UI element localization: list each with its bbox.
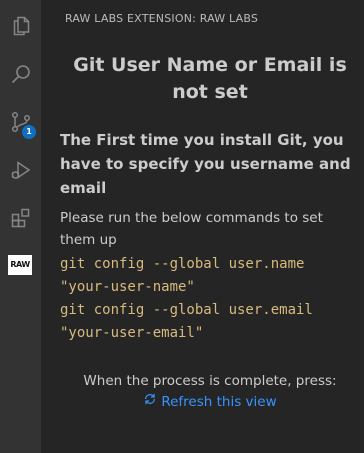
- vscode-window: 1 RAW RAW LABS EXTENSION: RAW LABS Git U…: [0, 0, 364, 453]
- instructions-text: Please run the below commands to set the…: [60, 210, 323, 248]
- search-button[interactable]: [0, 50, 41, 98]
- refresh-view-link[interactable]: Refresh this view: [60, 392, 360, 412]
- raw-labs-icon[interactable]: RAW: [8, 255, 32, 275]
- run-debug-icon: [9, 158, 33, 182]
- activity-bar: 1 RAW: [0, 0, 41, 453]
- view-subtitle: The First time you install Git, you have…: [60, 131, 351, 197]
- code-block: git config --global user.name "your-user…: [60, 253, 360, 345]
- refresh-icon: [143, 392, 161, 412]
- extensions-button[interactable]: [0, 194, 41, 242]
- files-icon: [9, 14, 33, 38]
- search-icon: [9, 62, 33, 86]
- complete-text: When the process is complete, press:: [83, 373, 337, 389]
- run-debug-button[interactable]: [0, 146, 41, 194]
- view-title: Git User Name or Email is not set: [73, 54, 347, 103]
- code-line: git config --global user.name: [60, 256, 305, 272]
- extensions-icon: [9, 206, 33, 230]
- welcome-view: Git User Name or Email is not set The Fi…: [60, 52, 360, 412]
- sidebar-header: RAW LABS EXTENSION: RAW LABS: [65, 12, 259, 25]
- explorer-button[interactable]: [0, 2, 41, 50]
- code-line: "your-user-email": [60, 325, 204, 341]
- source-control-button[interactable]: 1: [0, 98, 41, 146]
- code-line: "your-user-name": [60, 279, 195, 295]
- code-line: git config --global user.email: [60, 302, 313, 318]
- source-control-badge: 1: [22, 125, 36, 139]
- refresh-label: Refresh this view: [161, 394, 277, 410]
- sidebar: RAW LABS EXTENSION: RAW LABS Git User Na…: [41, 0, 364, 453]
